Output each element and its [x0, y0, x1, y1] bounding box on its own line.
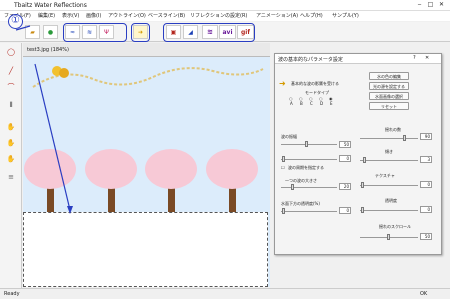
menu-reflection[interactable]: リフレクションの設定(R) [190, 12, 247, 19]
sway-scroll-slider-knob[interactable] [387, 234, 390, 240]
tilt-slider-knob[interactable] [363, 157, 366, 163]
cherry-tree-3 [145, 149, 197, 212]
menu-image[interactable]: 画像(I) [86, 12, 101, 19]
menu-outline[interactable]: アウトライン(O) [108, 12, 146, 19]
menu-edit[interactable]: 編集(E) [38, 12, 55, 19]
texture-label: テクスチャ [375, 173, 395, 178]
butterfly-icon [52, 66, 69, 78]
param-2-value[interactable]: 0 [339, 155, 351, 162]
radio-b-label: B [300, 101, 303, 106]
cherry-tree-2 [85, 149, 137, 212]
sway-count-value[interactable]: 90 [420, 133, 432, 140]
transparency-value[interactable]: 0 [420, 206, 432, 213]
water-color-button[interactable]: 水の色の編集 [369, 72, 409, 80]
arrow-right-icon: ➜ [279, 79, 286, 88]
wave-size-value[interactable]: 20 [339, 183, 351, 190]
amplitude-label: 波の振幅 [281, 134, 297, 139]
period-checkbox-label[interactable]: 波の周期を指定する [288, 165, 324, 171]
reflection-area[interactable] [23, 212, 268, 287]
surface-image-button[interactable]: 水面画像の選択 [369, 92, 409, 100]
maximize-icon[interactable]: □ [426, 1, 435, 9]
panel-close-icon[interactable]: ✕ [425, 55, 429, 61]
status-text: Ready [4, 291, 20, 297]
wave-size-slider[interactable] [281, 187, 337, 188]
radio-a-label: A [290, 101, 293, 106]
title-bar: Tbaitz Water Reflections ‒ □ ✕ [0, 0, 450, 11]
radio-c-label: C [310, 101, 313, 106]
underwater-opacity-value[interactable]: 0 [339, 207, 351, 214]
period-checkbox[interactable]: ☐ [281, 165, 285, 170]
tilt-value[interactable]: 3 [420, 156, 432, 163]
horizontal-lines-icon[interactable]: ≡ [4, 171, 18, 183]
callout-box-3 [63, 23, 127, 42]
wave-size-slider-knob[interactable] [291, 184, 294, 190]
sway-count-slider-knob[interactable] [403, 135, 406, 141]
curve-tool-icon[interactable]: ⌒ [4, 81, 18, 93]
light-source-button[interactable]: 光の源を設定する [369, 82, 409, 90]
transparency-label: 透明度 [385, 198, 397, 203]
param-2-slider-knob[interactable] [282, 156, 285, 162]
param-2-slider[interactable] [281, 159, 337, 160]
hand-tool-1-icon[interactable]: ✋ [4, 121, 18, 133]
cherry-tree-1 [24, 149, 76, 212]
minimize-icon[interactable]: ‒ [415, 1, 424, 9]
amplitude-slider[interactable] [281, 144, 337, 145]
document-tab-bar: test3.jpg (184%) [23, 43, 270, 57]
document-tab[interactable]: test3.jpg (184%) [27, 47, 69, 53]
transparency-slider-knob[interactable] [361, 207, 364, 213]
sway-scroll-value[interactable]: 50 [420, 233, 432, 240]
texture-slider[interactable] [360, 185, 418, 186]
callout-box-5 [131, 23, 150, 42]
underwater-opacity-slider[interactable] [281, 211, 337, 212]
status-bar: Ready OK [0, 288, 450, 299]
callout-number-1: ① [8, 14, 23, 29]
menu-sample[interactable]: サンプル(Y) [332, 12, 359, 19]
menu-view[interactable]: 表示(V) [62, 12, 79, 19]
hand-tool-2-icon[interactable]: ✋ [4, 137, 18, 149]
texture-value[interactable]: 0 [420, 181, 432, 188]
amplitude-slider-knob[interactable] [305, 141, 308, 147]
underwater-opacity-slider-knob[interactable] [282, 208, 285, 214]
menu-animation[interactable]: アニメーション(A) [256, 12, 298, 19]
ellipse-tool-icon[interactable]: ◯ [4, 46, 18, 58]
radio-d-label: D [320, 101, 324, 106]
menu-bar: ファイル(F) 編集(E) 表示(V) 画像(I) アウトライン(O) ベースラ… [0, 11, 450, 21]
line-tool-icon[interactable]: ╱ [4, 65, 18, 77]
toggle-label[interactable]: 基本的な波の影響を受ける [291, 81, 339, 87]
paint-colors-icon[interactable]: ● [43, 25, 58, 39]
callout-box-6 [163, 23, 255, 42]
sway-count-label: 揺れの数 [385, 127, 401, 132]
panel-title: 波の基本的なパラメータ設定 [275, 54, 441, 64]
menu-baseline[interactable]: ベースライン(B) [148, 12, 185, 19]
left-toolbar: ◯ ╱ ⌒ ⦀ ✋ ✋ ✋ ≡ [0, 43, 22, 288]
vertical-lines-icon[interactable]: ⦀ [4, 99, 18, 111]
tilt-slider[interactable] [360, 160, 418, 161]
menu-help[interactable]: ヘルプ(H) [300, 12, 323, 19]
sway-count-slider[interactable] [360, 138, 418, 139]
open-folder-icon[interactable]: ▰ [25, 25, 40, 39]
tilt-label: 傾き [385, 149, 393, 154]
hand-tool-3-icon[interactable]: ✋ [4, 153, 18, 165]
reset-button[interactable]: リセット [369, 102, 409, 110]
cherry-tree-4 [206, 149, 258, 212]
close-icon[interactable]: ✕ [437, 1, 446, 9]
transparency-slider[interactable] [360, 210, 418, 211]
panel-help-icon[interactable]: ? [413, 55, 416, 61]
underwater-opacity-label: 水面下方の透明度(%) [281, 201, 320, 206]
status-ok: OK [420, 291, 428, 297]
wave-parameter-panel: 波の基本的なパラメータ設定 ? ✕ ➜ 基本的な波の影響を受ける 水の色の編集 … [274, 53, 442, 255]
window-title: Tbaitz Water Reflections [14, 2, 87, 9]
sway-scroll-label: 揺れのスクロール [379, 224, 411, 229]
wave-size-label: 一つの波の大きさ [285, 178, 317, 183]
texture-slider-knob[interactable] [361, 182, 364, 188]
radio-e-label: E [330, 101, 333, 106]
amplitude-value[interactable]: 50 [339, 141, 351, 148]
